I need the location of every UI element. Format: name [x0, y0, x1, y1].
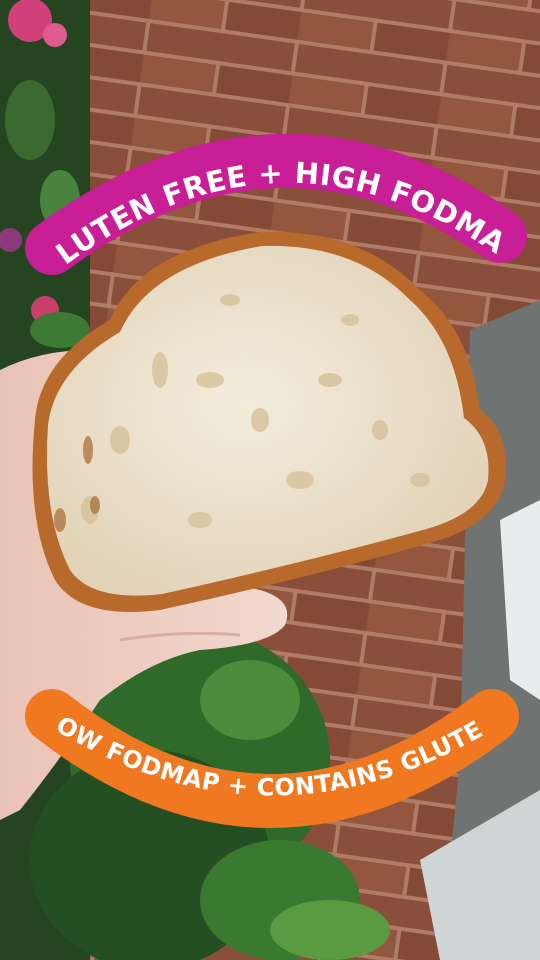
photo-stage: GLUTEN FREE + HIGH FODMAP LOW FODMAP + C… — [0, 0, 540, 960]
bread-photo: GLUTEN FREE + HIGH FODMAP LOW FODMAP + C… — [0, 0, 540, 960]
